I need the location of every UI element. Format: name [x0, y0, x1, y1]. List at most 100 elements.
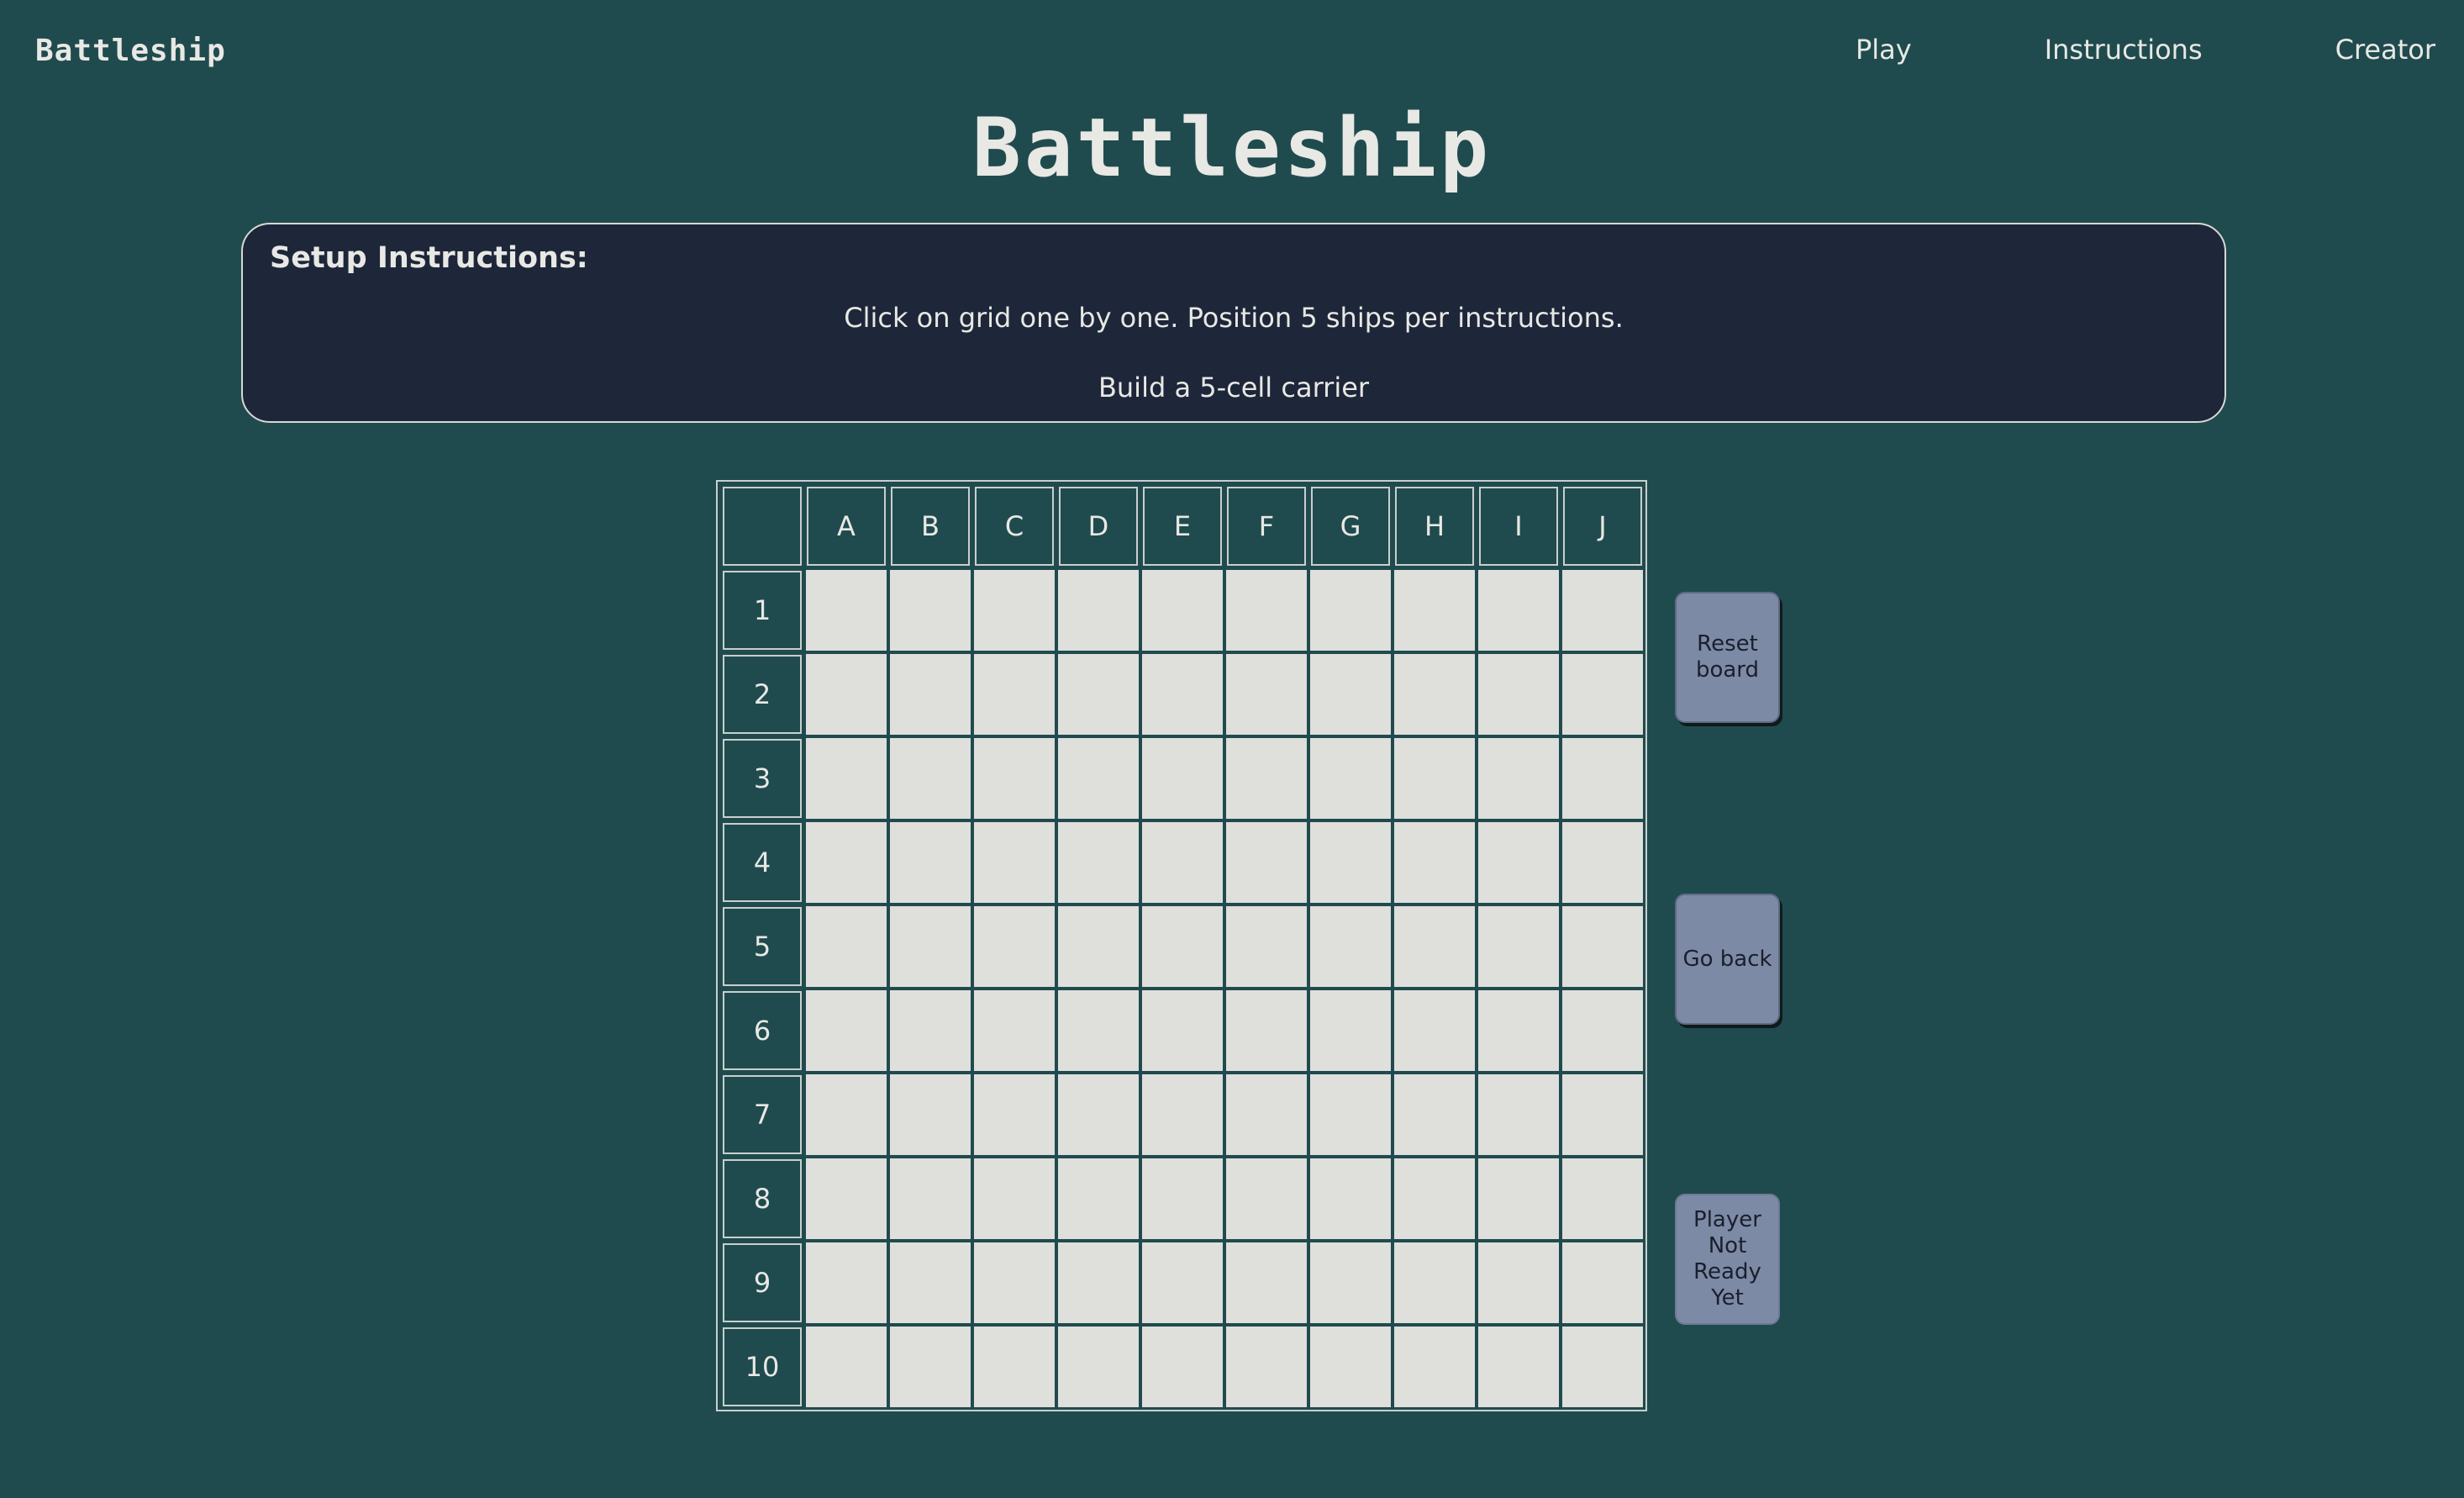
board-cell[interactable]: [1140, 905, 1224, 989]
board-cell[interactable]: [888, 736, 972, 820]
board-cell[interactable]: [1308, 736, 1393, 820]
board-cell[interactable]: [1056, 568, 1140, 652]
board-cell[interactable]: [1393, 736, 1477, 820]
board-cell[interactable]: [1056, 1073, 1140, 1157]
board-cell[interactable]: [804, 736, 888, 820]
board-cell[interactable]: [1393, 568, 1477, 652]
board-cell[interactable]: [1224, 652, 1308, 736]
board-cell[interactable]: [1477, 989, 1561, 1073]
board-cell[interactable]: [972, 905, 1056, 989]
board-cell[interactable]: [1308, 905, 1393, 989]
board-cell[interactable]: [1224, 1157, 1308, 1241]
board-cell[interactable]: [1056, 989, 1140, 1073]
board-cell[interactable]: [972, 1157, 1056, 1241]
board-cell[interactable]: [1561, 1325, 1645, 1409]
board-cell[interactable]: [888, 568, 972, 652]
nav-play[interactable]: Play: [1856, 34, 1912, 66]
board-cell[interactable]: [1561, 905, 1645, 989]
board-cell[interactable]: [1140, 652, 1224, 736]
board-cell[interactable]: [972, 1325, 1056, 1409]
board-cell[interactable]: [1140, 1073, 1224, 1157]
board-cell[interactable]: [804, 568, 888, 652]
board-cell[interactable]: [1056, 652, 1140, 736]
board-cell[interactable]: [1224, 736, 1308, 820]
board-cell[interactable]: [1393, 905, 1477, 989]
board-cell[interactable]: [1393, 1073, 1477, 1157]
board-cell[interactable]: [1224, 1325, 1308, 1409]
board-cell[interactable]: [1308, 568, 1393, 652]
board-cell[interactable]: [972, 1073, 1056, 1157]
board-cell[interactable]: [1561, 1157, 1645, 1241]
board-cell[interactable]: [1477, 652, 1561, 736]
board-cell[interactable]: [1224, 989, 1308, 1073]
board-cell[interactable]: [1477, 736, 1561, 820]
board-cell[interactable]: [1056, 1241, 1140, 1325]
go-back-button[interactable]: Go back: [1675, 894, 1780, 1025]
nav-instructions[interactable]: Instructions: [2045, 34, 2203, 66]
board-cell[interactable]: [1056, 736, 1140, 820]
board-cell[interactable]: [1477, 1073, 1561, 1157]
board-cell[interactable]: [1477, 820, 1561, 905]
board-cell[interactable]: [972, 1241, 1056, 1325]
board-cell[interactable]: [1393, 652, 1477, 736]
board-cell[interactable]: [1561, 652, 1645, 736]
board-cell[interactable]: [1308, 1157, 1393, 1241]
board-cell[interactable]: [1140, 1325, 1224, 1409]
board-cell[interactable]: [1056, 1157, 1140, 1241]
board-cell[interactable]: [1477, 1325, 1561, 1409]
board-cell[interactable]: [1308, 1325, 1393, 1409]
board-cell[interactable]: [1308, 989, 1393, 1073]
board-cell[interactable]: [888, 820, 972, 905]
board-cell[interactable]: [804, 989, 888, 1073]
board-cell[interactable]: [1224, 1241, 1308, 1325]
board-cell[interactable]: [1056, 905, 1140, 989]
board-cell[interactable]: [1224, 905, 1308, 989]
board-cell[interactable]: [888, 1325, 972, 1409]
board-cell[interactable]: [972, 568, 1056, 652]
board-cell[interactable]: [1056, 820, 1140, 905]
board-cell[interactable]: [1224, 568, 1308, 652]
board-cell[interactable]: [888, 1073, 972, 1157]
board-cell[interactable]: [1308, 1241, 1393, 1325]
board-cell[interactable]: [1393, 1157, 1477, 1241]
board-cell[interactable]: [1561, 820, 1645, 905]
player-ready-button[interactable]: Player Not Ready Yet: [1675, 1194, 1780, 1325]
board-cell[interactable]: [972, 820, 1056, 905]
nav-creator[interactable]: Creator: [2335, 34, 2435, 66]
board-cell[interactable]: [1140, 736, 1224, 820]
board-cell[interactable]: [804, 1325, 888, 1409]
board-cell[interactable]: [1393, 1241, 1477, 1325]
board-cell[interactable]: [1561, 1073, 1645, 1157]
board-cell[interactable]: [1477, 1241, 1561, 1325]
board-cell[interactable]: [972, 652, 1056, 736]
board-cell[interactable]: [972, 736, 1056, 820]
board-cell[interactable]: [1561, 1241, 1645, 1325]
reset-board-button[interactable]: Reset board: [1675, 592, 1780, 723]
board-cell[interactable]: [804, 1157, 888, 1241]
board-cell[interactable]: [1393, 1325, 1477, 1409]
board-cell[interactable]: [1477, 905, 1561, 989]
board-cell[interactable]: [804, 1073, 888, 1157]
board-cell[interactable]: [1393, 989, 1477, 1073]
board-cell[interactable]: [804, 1241, 888, 1325]
board-cell[interactable]: [1140, 1157, 1224, 1241]
board-cell[interactable]: [888, 1157, 972, 1241]
board-cell[interactable]: [1140, 989, 1224, 1073]
board-cell[interactable]: [1561, 736, 1645, 820]
board-cell[interactable]: [1561, 989, 1645, 1073]
board-cell[interactable]: [1224, 820, 1308, 905]
board-cell[interactable]: [1140, 820, 1224, 905]
board-cell[interactable]: [804, 820, 888, 905]
board-cell[interactable]: [972, 989, 1056, 1073]
board-cell[interactable]: [888, 1241, 972, 1325]
board-cell[interactable]: [1308, 652, 1393, 736]
brand-logo[interactable]: Battleship: [35, 34, 226, 68]
board-cell[interactable]: [1393, 820, 1477, 905]
board-cell[interactable]: [888, 989, 972, 1073]
board-cell[interactable]: [1056, 1325, 1140, 1409]
board-cell[interactable]: [1308, 1073, 1393, 1157]
board-cell[interactable]: [888, 905, 972, 989]
board-cell[interactable]: [804, 905, 888, 989]
board-cell[interactable]: [1308, 820, 1393, 905]
board-cell[interactable]: [1224, 1073, 1308, 1157]
